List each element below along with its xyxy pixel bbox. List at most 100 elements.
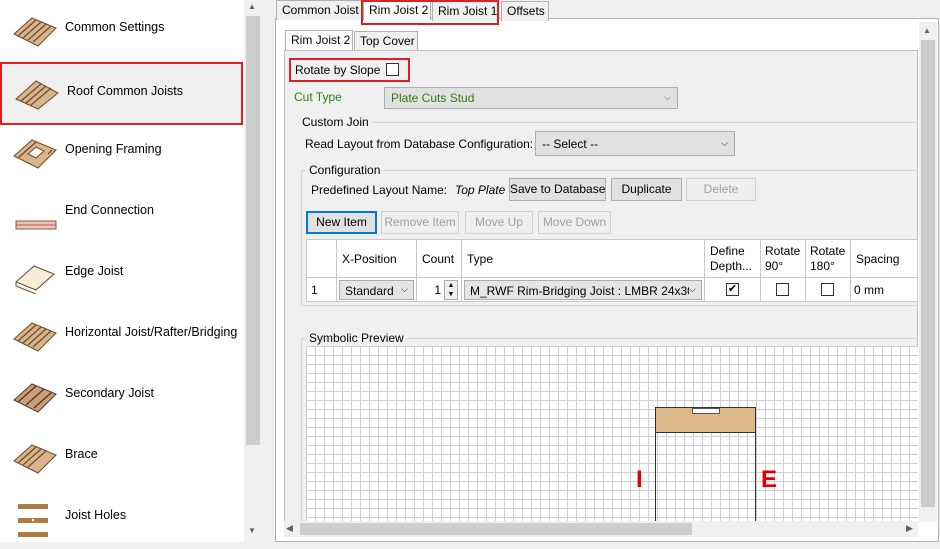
interior-side-label: I <box>636 466 643 493</box>
save-to-database-button[interactable]: Save to Database <box>509 178 606 201</box>
tab-label: Offsets <box>507 4 545 18</box>
x-position-value: Standard <box>345 283 394 298</box>
nav-label: Joist Holes <box>65 508 127 522</box>
tab-label: Top Cover <box>360 34 415 48</box>
nav-item-joist-holes[interactable]: Joist Holes <box>0 488 243 549</box>
subtab-top-cover[interactable]: Top Cover <box>354 31 418 51</box>
header-line: Rotate <box>765 243 801 258</box>
move-down-button[interactable]: Move Down <box>538 211 611 234</box>
x-position-cell[interactable]: Standard ⌵ <box>336 277 417 302</box>
secondary-joist-icon <box>13 383 57 413</box>
rotate-by-slope-label: Rotate by Slope <box>295 63 381 77</box>
nav-label: Secondary Joist <box>65 386 154 400</box>
nav-label: Brace <box>65 447 98 461</box>
new-item-button[interactable]: New Item <box>306 211 377 234</box>
nav-label: End Connection <box>65 203 154 217</box>
tab-offsets[interactable]: Offsets <box>501 1 549 21</box>
row-number-cell: 1 <box>306 277 337 302</box>
type-select[interactable]: M_RWF Rim-Bridging Joist : LMBR 24x30 ⌵ <box>464 279 702 300</box>
rotate-90-header[interactable]: Rotate 90° <box>760 239 806 278</box>
tab-label: Common Joist <box>282 3 359 17</box>
move-up-button[interactable]: Move Up <box>465 211 533 234</box>
nav-label: Common Settings <box>65 20 165 34</box>
rotate-90-checkbox[interactable] <box>776 283 789 296</box>
header-line: Define <box>710 243 745 258</box>
tab-common-joist[interactable]: Common Joist <box>276 0 362 20</box>
read-layout-label: Read Layout from Database Configuration: <box>305 137 534 151</box>
type-header[interactable]: Type <box>461 239 705 278</box>
opening-framing-icon <box>13 139 57 169</box>
stepper-arrows-icon[interactable]: ▲ ▼ <box>444 279 458 300</box>
nav-scrollbar[interactable]: ▲ ▼ <box>244 0 262 542</box>
horizontal-joist-icon <box>13 322 57 352</box>
count-value: 1 <box>434 282 441 297</box>
nav-label: Opening Framing <box>65 142 162 156</box>
symbolic-preview-canvas: I E <box>306 346 918 522</box>
edge-joist-icon <box>15 265 55 294</box>
content-scrollbar-thumb[interactable] <box>921 40 935 507</box>
top-plate-member <box>692 408 720 414</box>
configuration-title: Configuration <box>306 163 384 177</box>
horizontal-scrollbar[interactable]: ◀ ▶ <box>284 521 918 537</box>
nav-label: Roof Common Joists <box>67 84 184 98</box>
table-header-row: X-Position Count Type Define Depth... Rot… <box>306 239 918 278</box>
scroll-down-arrow-icon[interactable]: ▼ <box>248 526 256 535</box>
spacing-cell[interactable]: 0 mm <box>850 277 918 302</box>
define-depth-cell[interactable]: ✔ <box>704 277 761 302</box>
header-line: Rotate <box>810 243 846 258</box>
predefined-layout-value: Top Plate <box>455 183 506 197</box>
nav-item-opening-framing[interactable]: Opening Framing <box>0 122 243 183</box>
delete-button[interactable]: Delete <box>686 178 756 201</box>
symbolic-preview-title: Symbolic Preview <box>306 331 407 345</box>
define-depth-checkbox[interactable]: ✔ <box>726 283 739 296</box>
scroll-up-arrow-icon[interactable]: ▲ <box>248 2 256 11</box>
header-line: 90° <box>765 258 784 273</box>
x-position-header[interactable]: X-Position <box>336 239 417 278</box>
rotate-180-checkbox[interactable] <box>821 283 834 296</box>
chevron-down-icon: ⌵ <box>721 138 728 148</box>
nav-item-roof-common-joists[interactable]: Roof Common Joists <box>0 62 243 125</box>
rotate-by-slope-checkbox[interactable] <box>386 63 399 76</box>
cut-type-select[interactable]: Plate Cuts Stud ⌵ <box>384 87 678 109</box>
table-row[interactable]: 1 Standard ⌵ 1 ▲ ▼ M_RWF Rim-Bridging Jois… <box>306 277 918 302</box>
type-value: M_RWF Rim-Bridging Joist : LMBR 24x30 <box>470 283 694 298</box>
horizontal-scrollbar-thumb[interactable] <box>300 523 692 535</box>
nav-item-horizontal-joist[interactable]: Horizontal Joist/Rafter/Bridging <box>0 305 243 366</box>
count-header[interactable]: Count <box>416 239 462 278</box>
cut-type-label: Cut Type <box>294 90 342 104</box>
subtab-rim-joist-2[interactable]: Rim Joist 2 <box>285 30 353 50</box>
predefined-layout-label: Predefined Layout Name: <box>311 183 448 197</box>
layout-config-value: -- Select -- <box>542 137 599 151</box>
scroll-right-arrow-icon[interactable]: ▶ <box>906 523 913 534</box>
content-scrollbar[interactable]: ▲ <box>919 22 937 522</box>
nav-label: Horizontal Joist/Rafter/Bridging <box>65 325 238 339</box>
nav-scrollbar-thumb[interactable] <box>246 16 260 445</box>
layout-config-select[interactable]: -- Select -- ⌵ <box>535 131 735 156</box>
type-cell[interactable]: M_RWF Rim-Bridging Joist : LMBR 24x30 ⌵ <box>461 277 705 302</box>
scroll-up-arrow-icon[interactable]: ▲ <box>923 26 931 35</box>
nav-item-common-settings[interactable]: Common Settings <box>0 0 243 61</box>
nav-item-brace[interactable]: Brace <box>0 427 243 488</box>
remove-item-button[interactable]: Remove Item <box>381 211 459 234</box>
spacing-header[interactable]: Spacing <box>850 239 918 278</box>
rotate-180-cell[interactable] <box>805 277 851 302</box>
joist-grid-icon <box>13 17 57 47</box>
count-cell[interactable]: 1 ▲ ▼ <box>416 277 462 302</box>
duplicate-button[interactable]: Duplicate <box>611 178 682 201</box>
settings-nav-panel: Common Settings Roof Common Joists Openi… <box>0 0 262 542</box>
chevron-down-icon: ⌵ <box>401 283 408 294</box>
count-stepper[interactable]: 1 ▲ ▼ <box>419 279 459 300</box>
nav-item-edge-joist[interactable]: Edge Joist <box>0 244 243 305</box>
nav-item-secondary-joist[interactable]: Secondary Joist <box>0 366 243 427</box>
rotate-90-cell[interactable] <box>760 277 806 302</box>
define-depth-header[interactable]: Define Depth... <box>704 239 761 278</box>
row-number-header <box>306 239 337 278</box>
x-position-select[interactable]: Standard ⌵ <box>339 279 414 300</box>
scroll-left-arrow-icon[interactable]: ◀ <box>286 523 293 534</box>
layout-items-table: X-Position Count Type Define Depth... Rot… <box>306 239 918 302</box>
nav-label: Edge Joist <box>65 264 124 278</box>
rotate-180-header[interactable]: Rotate 180° <box>805 239 851 278</box>
roof-joist-icon <box>15 80 59 110</box>
nav-item-end-connection[interactable]: End Connection <box>0 183 243 244</box>
header-line: 180° <box>810 258 835 273</box>
